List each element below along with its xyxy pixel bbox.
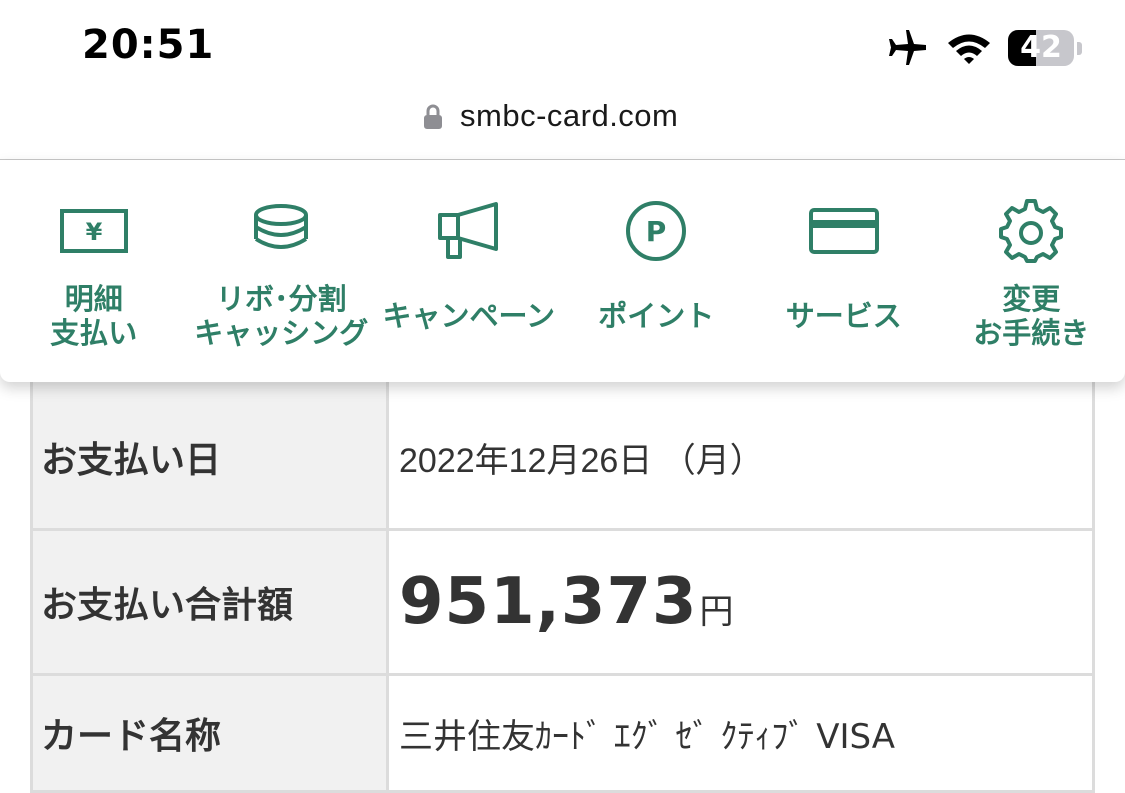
status-bar: 20:51 42 [0, 0, 1125, 92]
coins-icon [188, 196, 376, 266]
address-bar[interactable]: smbc-card.com [0, 92, 1125, 159]
battery-cap [1077, 42, 1082, 55]
yen-bill-icon: ¥ [0, 196, 188, 266]
url-text[interactable]: smbc-card.com [460, 98, 678, 134]
payment-total-label: お支払い合計額 [32, 530, 388, 675]
table-row: お支払い合計額 951,373円 [32, 530, 1094, 675]
card-name-value: 三井住友ｶｰﾄﾞ ｴｸﾞ ｾﾞ ｸﾃｨﾌﾞ VISA [388, 675, 1094, 792]
wifi-icon [946, 32, 992, 68]
nav-label: キャンペーン [375, 280, 563, 352]
nav-label: 変更 お手続き [938, 280, 1125, 352]
nav-item-settings[interactable]: 変更 お手続き [938, 160, 1125, 382]
megaphone-icon [375, 196, 563, 266]
nav-label: リボ･分割 キャッシング [188, 280, 376, 352]
nav-label: サービス [750, 280, 938, 352]
nav-item-revolving[interactable]: リボ･分割 キャッシング [188, 160, 376, 382]
nav-item-campaign[interactable]: キャンペーン [375, 160, 563, 382]
nav-label: 明細 支払い [0, 280, 188, 352]
table-row: カード名称 三井住友ｶｰﾄﾞ ｴｸﾞ ｾﾞ ｸﾃｨﾌﾞ VISA [32, 675, 1094, 792]
card-icon [750, 196, 938, 266]
nav-item-services[interactable]: サービス [750, 160, 938, 382]
currency-unit: 円 [700, 592, 734, 632]
payment-total-cell: 951,373円 [388, 530, 1094, 675]
battery-icon: 42 [1008, 30, 1074, 66]
payment-total-amount: 951,373 [399, 565, 698, 639]
main-nav: ¥ 明細 支払い リボ･分割 キャッシング キャンペーン [0, 160, 1125, 382]
nav-item-points[interactable]: P ポイント [563, 160, 751, 382]
gear-icon [938, 196, 1125, 266]
svg-text:P: P [646, 215, 667, 248]
clock: 20:51 [82, 22, 214, 68]
statement-table: お支払い日 2022年12月26日 （月） お支払い合計額 951,373円 カ… [30, 340, 1095, 793]
nav-label: ポイント [563, 280, 751, 352]
airplane-icon [884, 28, 928, 72]
svg-text:¥: ¥ [85, 218, 102, 246]
card-name-label: カード名称 [32, 675, 388, 792]
point-icon: P [563, 196, 751, 266]
battery-level: 42 [1008, 30, 1074, 66]
nav-item-statement[interactable]: ¥ 明細 支払い [0, 160, 188, 382]
lock-icon [423, 104, 443, 134]
